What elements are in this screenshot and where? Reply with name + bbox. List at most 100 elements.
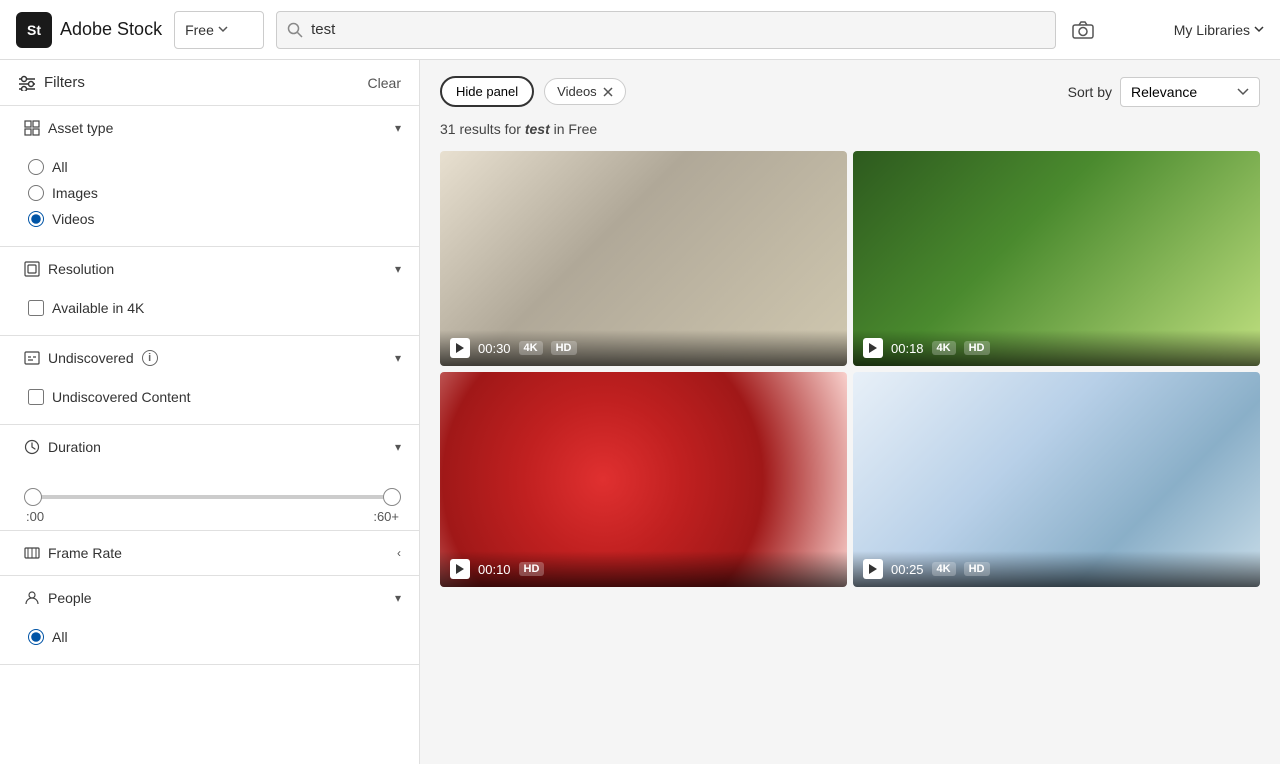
duration-header[interactable]: Duration ▾ xyxy=(0,425,419,469)
sort-label: Sort by xyxy=(1068,84,1112,100)
filters-label-area: Filters xyxy=(18,74,85,91)
resolution-chevron-icon: ▾ xyxy=(395,262,401,276)
duration-slider-labels: :00 :60+ xyxy=(24,509,401,524)
asset-type-header[interactable]: Asset type ▾ xyxy=(0,106,419,150)
search-icon xyxy=(287,22,303,38)
video-badge-4k: 4K xyxy=(519,341,543,355)
sidebar-top-bar: Filters Clear xyxy=(0,60,419,106)
resolution-4k-label: Available in 4K xyxy=(52,300,144,316)
resolution-body: Available in 4K xyxy=(0,291,419,335)
resolution-header[interactable]: Resolution ▾ xyxy=(0,247,419,291)
hide-panel-button[interactable]: Hide panel xyxy=(440,76,534,107)
clear-button[interactable]: Clear xyxy=(368,75,401,91)
asset-type-all-radio[interactable] xyxy=(28,159,44,175)
duration-label: Duration xyxy=(48,439,101,455)
asset-type-videos-label: Videos xyxy=(52,211,95,227)
play-icon xyxy=(863,338,883,358)
frame-rate-chevron-icon: ‹ xyxy=(397,546,401,560)
undiscovered-content-checkbox[interactable] xyxy=(28,389,44,405)
asset-type-videos-radio[interactable] xyxy=(28,211,44,227)
search-wrapper xyxy=(276,11,1056,49)
frame-rate-icon xyxy=(24,545,40,561)
video-card[interactable]: 00:30 4K HD xyxy=(440,151,847,366)
video-badge-hd: HD xyxy=(964,562,990,576)
resolution-4k-checkbox[interactable] xyxy=(28,300,44,316)
resolution-label: Resolution xyxy=(48,261,114,277)
frame-rate-header[interactable]: Frame Rate ‹ xyxy=(0,531,419,575)
asset-type-images-radio[interactable] xyxy=(28,185,44,201)
people-section: People ▾ All xyxy=(0,576,419,665)
duration-min-label: :00 xyxy=(26,509,44,524)
video-duration: 00:30 xyxy=(478,341,511,356)
asset-type-images-option[interactable]: Images xyxy=(28,180,401,206)
people-all-option[interactable]: All xyxy=(28,624,401,650)
video-badge-hd: HD xyxy=(551,341,577,355)
asset-type-label-area: Asset type xyxy=(24,120,113,136)
video-duration: 00:10 xyxy=(478,562,511,577)
free-select-value: Free xyxy=(185,22,214,38)
resolution-section: Resolution ▾ Available in 4K xyxy=(0,247,419,336)
video-card[interactable]: 00:25 4K HD xyxy=(853,372,1260,587)
camera-search-button[interactable] xyxy=(1068,17,1098,43)
video-overlay: 00:10 HD xyxy=(440,551,847,587)
logo-name: Adobe Stock xyxy=(60,19,162,40)
frame-rate-section: Frame Rate ‹ xyxy=(0,531,419,576)
asset-type-videos-option[interactable]: Videos xyxy=(28,206,401,232)
camera-icon xyxy=(1072,21,1094,39)
people-header[interactable]: People ▾ xyxy=(0,576,419,620)
logo-area: St Adobe Stock xyxy=(16,12,162,48)
video-card[interactable]: 00:10 HD xyxy=(440,372,847,587)
undiscovered-section: Undiscovered i ▾ Undiscovered Content xyxy=(0,336,419,425)
duration-slider-thumb-left[interactable] xyxy=(24,488,42,506)
duration-section: Duration ▾ :00 :60+ xyxy=(0,425,419,531)
video-badge-hd: HD xyxy=(964,341,990,355)
results-query: test xyxy=(525,121,550,137)
video-grid: 00:30 4K HD 00:18 4K HD 00:10 xyxy=(440,151,1260,587)
logo-box: St xyxy=(16,12,52,48)
sort-select[interactable]: Relevance Newest Undiscovered xyxy=(1120,77,1260,107)
resolution-4k-option[interactable]: Available in 4K xyxy=(28,295,401,321)
filters-heading: Filters xyxy=(44,74,85,91)
asset-type-label: Asset type xyxy=(48,120,113,136)
duration-icon xyxy=(24,439,40,455)
people-all-radio[interactable] xyxy=(28,629,44,645)
main-layout: Filters Clear Asset type ▾ All Ima xyxy=(0,60,1280,764)
asset-type-icon xyxy=(24,120,40,136)
undiscovered-header[interactable]: Undiscovered i ▾ xyxy=(0,336,419,380)
duration-slider-track xyxy=(24,495,401,499)
asset-type-chevron-icon: ▾ xyxy=(395,121,401,135)
video-overlay: 00:25 4K HD xyxy=(853,551,1260,587)
duration-label-area: Duration xyxy=(24,439,101,455)
undiscovered-icon xyxy=(24,350,40,366)
results-suffix: in Free xyxy=(554,121,598,137)
sidebar: Filters Clear Asset type ▾ All Ima xyxy=(0,60,420,764)
video-card[interactable]: 00:18 4K HD xyxy=(853,151,1260,366)
free-select-dropdown[interactable]: Free xyxy=(174,11,264,49)
people-all-label: All xyxy=(52,629,68,645)
asset-type-section: Asset type ▾ All Images Videos xyxy=(0,106,419,247)
sort-area: Sort by Relevance Newest Undiscovered xyxy=(1068,77,1260,107)
video-badge-4k: 4K xyxy=(932,562,956,576)
duration-chevron-icon: ▾ xyxy=(395,440,401,454)
resolution-label-area: Resolution xyxy=(24,261,114,277)
logo-initials: St xyxy=(27,22,41,38)
duration-slider-thumb-right[interactable] xyxy=(383,488,401,506)
my-libraries-button[interactable]: My Libraries xyxy=(1174,22,1264,38)
people-label-area: People xyxy=(24,590,92,606)
people-icon xyxy=(24,590,40,606)
undiscovered-body: Undiscovered Content xyxy=(0,380,419,424)
asset-type-all-option[interactable]: All xyxy=(28,154,401,180)
videos-tag-pill[interactable]: Videos xyxy=(544,78,626,105)
chevron-down-icon xyxy=(218,26,228,33)
video-overlay: 00:18 4K HD xyxy=(853,330,1260,366)
video-duration: 00:18 xyxy=(891,341,924,356)
play-icon xyxy=(450,559,470,579)
undiscovered-info-icon: i xyxy=(142,350,158,366)
play-icon xyxy=(450,338,470,358)
search-input[interactable] xyxy=(311,21,1045,38)
frame-rate-label-area: Frame Rate xyxy=(24,545,122,561)
duration-max-label: :60+ xyxy=(373,509,399,524)
asset-type-images-label: Images xyxy=(52,185,98,201)
undiscovered-content-option[interactable]: Undiscovered Content xyxy=(28,384,401,410)
undiscovered-content-label: Undiscovered Content xyxy=(52,389,191,405)
